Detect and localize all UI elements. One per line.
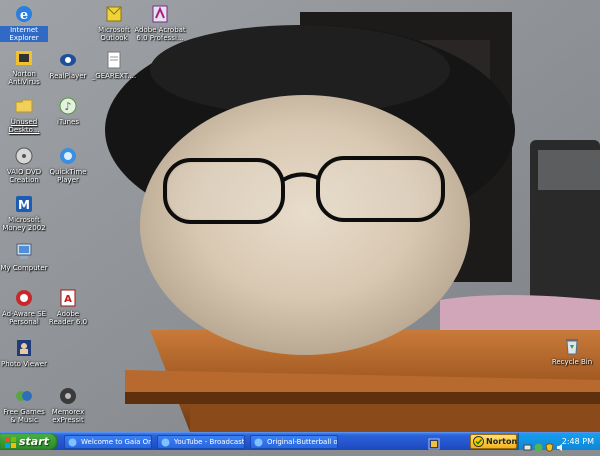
desktop-icon-ad-aware[interactable]: Ad-Aware SE Personal — [0, 288, 48, 326]
desktop-icon-label: Ad-Aware SE Personal — [1, 310, 47, 326]
desktop-icon-label: Photo Viewer — [1, 360, 47, 368]
recycle-bin-icon — [562, 336, 582, 356]
desktop-icon-label: Free Games & Music — [3, 408, 45, 424]
desktop-icon-label: My Computer — [0, 264, 48, 272]
start-button[interactable]: start — [0, 433, 58, 450]
desktop-icon-adobe-acrobat[interactable]: Adobe Acrobat 6.0 Professi... — [132, 4, 188, 42]
desktop-icon-label: Microsoft Money 2002 — [2, 216, 46, 232]
security-shield-icon[interactable] — [545, 437, 554, 453]
desktop-icon-itunes[interactable]: ♪ iTunes — [44, 96, 92, 126]
svg-text:M: M — [18, 198, 30, 212]
taskbar-button-label: Welcome to Gaia Onli... — [81, 438, 151, 446]
windows-flag-icon — [5, 436, 16, 448]
ie-page-icon — [68, 438, 77, 447]
desktop-icon-label: Adobe Acrobat 6.0 Professi... — [134, 26, 186, 42]
document-icon — [104, 50, 124, 70]
svg-text:A: A — [64, 294, 72, 305]
memorex-icon — [58, 386, 78, 406]
svg-text:e: e — [20, 8, 28, 23]
messenger-icon[interactable] — [534, 437, 543, 452]
desktop-icon-outlook[interactable]: Microsoft Outlook — [90, 4, 138, 42]
desktop-icon-label: _GEAREXT.... — [91, 72, 137, 80]
taskbar-button-butterball[interactable]: Original-Butterball on ... — [250, 435, 338, 449]
norton-label: Norton — [486, 437, 518, 446]
desktop-icon-norton-antivirus[interactable]: Norton AntiVirus — [0, 48, 48, 86]
start-label: start — [19, 435, 49, 448]
taskbar-button-gaia[interactable]: Welcome to Gaia Onli... — [64, 435, 152, 449]
desktop-icon-label: Norton AntiVirus — [8, 70, 40, 86]
desktop-icon-free-games[interactable]: Free Games & Music — [0, 386, 48, 424]
ie-page-icon — [161, 438, 170, 447]
clock[interactable]: 2:48 PM — [562, 433, 594, 450]
itunes-icon: ♪ — [58, 96, 78, 116]
desktop-icon-label: VAIO DVD Creation — [6, 168, 42, 184]
desktop-icon-gearext[interactable]: _GEAREXT.... — [90, 50, 138, 80]
quicktime-icon — [58, 146, 78, 166]
internet-explorer-icon: e — [14, 4, 34, 24]
desktop-icon-internet-explorer[interactable]: e Internet Explorer — [0, 4, 48, 42]
desktop-icon-my-computer[interactable]: My Computer — [0, 242, 48, 272]
desktop-icon-label: QuickTime Player — [49, 168, 87, 184]
network-icon[interactable] — [523, 437, 532, 451]
desktop-icon-quicktime[interactable]: QuickTime Player — [44, 146, 92, 184]
ie-page-icon — [254, 438, 263, 447]
adobe-acrobat-icon — [150, 4, 170, 24]
folder-icon — [14, 96, 34, 116]
norton-antivirus-icon — [14, 48, 34, 68]
desktop-icon-memorex[interactable]: Memorex exPressit — [44, 386, 92, 424]
taskbar-button-label: YouTube - Broadcast ... — [174, 438, 245, 446]
desktop-icon-label: Microsoft Outlook — [98, 26, 130, 42]
vaio-dvd-icon — [14, 146, 34, 166]
desktop-icon-label: Recycle Bin — [551, 358, 593, 366]
outlook-icon — [104, 4, 124, 24]
realplayer-icon — [58, 50, 78, 70]
desktop-icon-label: Memorex exPressit — [51, 408, 85, 424]
adobe-reader-icon: A — [58, 288, 78, 308]
taskbar: start Welcome to Gaia Onli... YouTube - … — [0, 432, 600, 453]
desktop-icon-photo-viewer[interactable]: Photo Viewer — [0, 338, 48, 368]
norton-icon — [473, 436, 484, 447]
taskbar-button-label: Original-Butterball on ... — [267, 438, 338, 446]
desktop-icon-unused-desktop[interactable]: Unused Deskto... — [0, 96, 48, 134]
free-games-icon — [14, 386, 34, 406]
desktop-icon-vaio-dvd[interactable]: VAIO DVD Creation — [0, 146, 48, 184]
my-computer-icon — [14, 242, 34, 262]
desktop-icon-label: RealPlayer — [49, 72, 87, 80]
system-tray: 2:48 PM — [518, 433, 600, 453]
svg-text:♪: ♪ — [64, 100, 71, 113]
ad-aware-icon — [14, 288, 34, 308]
desktop-icon-recycle-bin[interactable]: Recycle Bin — [548, 336, 596, 366]
desktop-icon-label: Adobe Reader 6.0 — [48, 310, 88, 326]
taskbar-button-youtube[interactable]: YouTube - Broadcast ... — [157, 435, 245, 449]
quick-launch-app-icon[interactable] — [428, 435, 440, 450]
desktop-icon-realplayer[interactable]: RealPlayer — [44, 50, 92, 80]
microsoft-money-icon: M — [14, 194, 34, 214]
desktop-icon-label: Internet Explorer — [0, 26, 48, 42]
photo-viewer-icon — [14, 338, 34, 358]
desktop-icon-microsoft-money[interactable]: M Microsoft Money 2002 — [0, 194, 48, 232]
norton-button[interactable]: Norton — [470, 434, 517, 449]
desktop-icon-label: Unused Deskto... — [8, 118, 40, 134]
desktop-icon-label: iTunes — [57, 118, 79, 126]
desktop-icon-adobe-reader[interactable]: A Adobe Reader 6.0 — [44, 288, 92, 326]
